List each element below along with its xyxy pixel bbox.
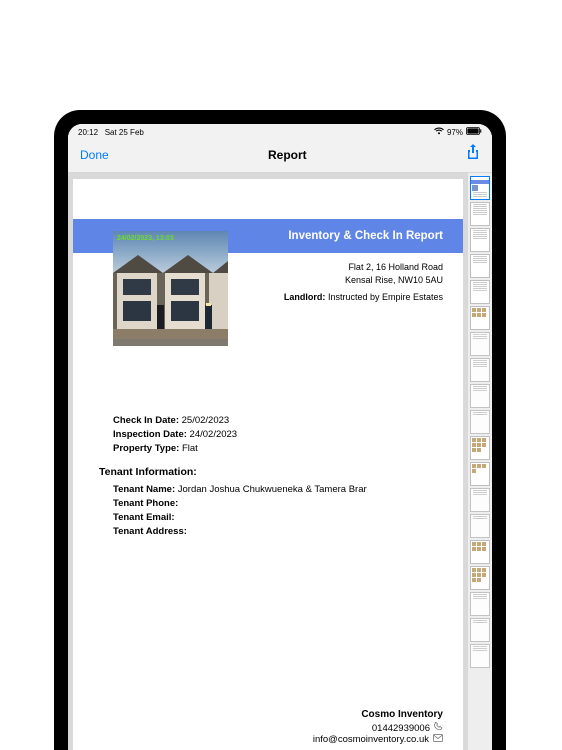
nav-bar: Done Report: [68, 138, 492, 173]
content-area: Inventory & Check In Report: [68, 173, 492, 750]
proptype-label: Property Type:: [113, 443, 179, 454]
tenant-name-label: Tenant Name:: [113, 484, 175, 495]
ipad-frame: 20:12 Sat 25 Feb 97% Done Report: [54, 110, 506, 750]
wifi-icon: [434, 127, 444, 137]
address-block: Flat 2, 16 Holland Road Kensal Rise, NW1…: [284, 261, 443, 304]
thumbnail-page[interactable]: [470, 332, 490, 356]
company-phone: 01442939006: [372, 723, 430, 734]
battery-pct: 97%: [447, 128, 463, 137]
tenant-section-title: Tenant Information:: [99, 466, 443, 478]
address-line2: Kensal Rise, NW10 5AU: [284, 274, 443, 287]
thumbnail-page[interactable]: [470, 618, 490, 642]
battery-icon: [466, 127, 482, 137]
screen: 20:12 Sat 25 Feb 97% Done Report: [68, 124, 492, 750]
landlord-label: Landlord:: [284, 292, 326, 302]
thumbnail-page[interactable]: [470, 384, 490, 408]
thumbnail-page[interactable]: [470, 306, 490, 330]
banner-title: Inventory & Check In Report: [288, 230, 443, 242]
photo-timestamp: 24/02/2023, 13:03: [117, 235, 174, 242]
status-date: Sat 25 Feb: [105, 128, 144, 137]
tenant-phone-label: Tenant Phone:: [113, 498, 178, 509]
footer-block: Cosmo Inventory 01442939006 info@cosmoin…: [313, 709, 443, 745]
inspection-label: Inspection Date:: [113, 429, 187, 440]
inspection-value: 24/02/2023: [190, 429, 238, 440]
company-name: Cosmo Inventory: [313, 709, 443, 720]
status-bar: 20:12 Sat 25 Feb 97%: [68, 124, 492, 138]
tenant-addr-label: Tenant Address:: [113, 526, 187, 537]
thumbnail-page[interactable]: [470, 644, 490, 668]
share-icon: [466, 144, 480, 160]
share-button[interactable]: [466, 144, 480, 165]
company-email: info@cosmoinventory.co.uk: [313, 734, 429, 745]
property-photo: 24/02/2023, 13:03: [113, 231, 228, 346]
checkin-label: Check In Date:: [113, 415, 179, 426]
landlord-value: Instructed by Empire Estates: [328, 292, 443, 302]
page-title: Report: [268, 148, 307, 162]
thumbnail-page[interactable]: [470, 410, 490, 434]
proptype-value: Flat: [182, 443, 198, 454]
mail-icon: [433, 734, 443, 745]
tenant-name-value: Jordan Joshua Chukwueneka & Tamera Brar: [178, 484, 367, 495]
done-button[interactable]: Done: [80, 148, 109, 162]
thumbnail-page[interactable]: [470, 228, 490, 252]
tenant-email-label: Tenant Email:: [113, 512, 175, 523]
thumbnail-page[interactable]: [470, 254, 490, 278]
thumbnail-page[interactable]: [470, 176, 490, 200]
thumbnail-page[interactable]: [470, 592, 490, 616]
details-block: Check In Date: 25/02/2023 Inspection Dat…: [113, 415, 443, 540]
thumbnail-page[interactable]: [470, 566, 490, 590]
checkin-value: 25/02/2023: [182, 415, 230, 426]
thumbnail-page[interactable]: [470, 358, 490, 382]
address-line1: Flat 2, 16 Holland Road: [284, 261, 443, 274]
thumbnail-page[interactable]: [470, 540, 490, 564]
page-thumbnail-strip[interactable]: [468, 173, 492, 750]
document-viewport[interactable]: Inventory & Check In Report: [68, 173, 468, 750]
document-page: Inventory & Check In Report: [73, 179, 463, 750]
status-time: 20:12: [78, 128, 98, 137]
thumbnail-page[interactable]: [470, 202, 490, 226]
thumbnail-page[interactable]: [470, 462, 490, 486]
thumbnail-page[interactable]: [470, 514, 490, 538]
thumbnail-page[interactable]: [470, 436, 490, 460]
phone-icon: [434, 722, 443, 734]
thumbnail-page[interactable]: [470, 280, 490, 304]
thumbnail-page[interactable]: [470, 488, 490, 512]
